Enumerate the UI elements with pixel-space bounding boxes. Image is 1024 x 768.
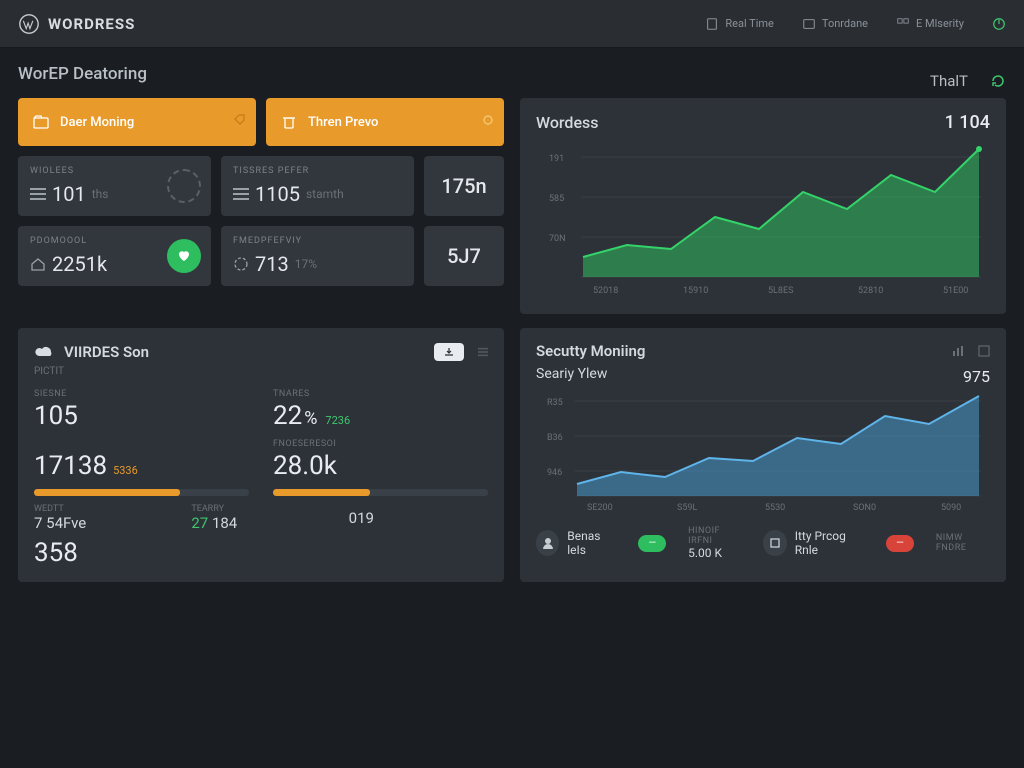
svg-text:191: 191 (549, 154, 564, 164)
doc-icon (705, 17, 719, 31)
metric-siesne: SIESNE 105 (34, 389, 249, 431)
area-chart: 191 585 70N 52018 15910 5L8ES 52810 51E0… (536, 137, 990, 302)
box-icon (763, 530, 786, 556)
right-header: ThalT (930, 72, 968, 90)
svg-text:52018: 52018 (593, 286, 618, 296)
svg-text:S59L: S59L (677, 503, 697, 513)
brand-text: WORDRESS (48, 15, 135, 33)
footer-status-good[interactable]: — (638, 535, 666, 552)
avatar-icon (536, 530, 559, 556)
footer-status-bad[interactable]: — (886, 535, 914, 552)
metric-fnoes: FNOESERESOI 28.0k (273, 439, 488, 496)
chart-icon-a[interactable] (952, 345, 964, 357)
heart-circle-icon (167, 239, 201, 273)
metric-tearry: TEARRY 27 184 (191, 504, 330, 532)
stat-tissres: TISSRES PEFER 1105stamth (221, 156, 414, 216)
footer-nimw: NIMW FNDRE (936, 533, 990, 553)
stat-extra-1: 175n (424, 156, 504, 216)
progress-circle-icon (167, 169, 201, 203)
more-icon[interactable] (478, 347, 488, 357)
svg-text:5L8ES: 5L8ES (768, 286, 793, 296)
svg-text:SE200: SE200 (587, 503, 613, 513)
page-title: WorEP Deatoring (18, 64, 147, 84)
menu-icon (233, 188, 249, 200)
stat-extra-2: 5J7 (424, 226, 504, 286)
metric-big: 358 (34, 538, 488, 568)
top-bar: WORDRESS Real Time Tonrdane E Mlserity (0, 0, 1024, 48)
svg-text:15910: 15910 (683, 286, 708, 296)
chart-wordess: Wordess 1 104 191 585 70N 52018 15910 5L… (520, 98, 1006, 314)
btn-daer-moning[interactable]: Daer Moning (18, 98, 256, 146)
grid-icon (896, 17, 910, 31)
top-nav: Real Time Tonrdane E Mlserity (705, 17, 1006, 31)
gauge-icon (233, 256, 249, 272)
footer-hinoif: HINOIF IRFNI5.00 K (688, 526, 741, 560)
tag-icon (234, 114, 246, 130)
svg-text:R35: R35 (547, 398, 563, 408)
layers-icon (802, 17, 816, 31)
download-icon (444, 347, 454, 357)
trash-icon (280, 113, 298, 131)
metric-tnares: TNARES 22%7236 (273, 389, 488, 431)
export-button[interactable] (434, 343, 464, 361)
area-chart-2: R35 B36 946 SE200 S59L 5530 SON0 5090 (536, 386, 990, 514)
nav-mlserity[interactable]: E Mlserity (896, 17, 964, 31)
metric-wedtt: WEDTT 7 54Fve (34, 504, 173, 532)
metric-17138: 171385336 (34, 439, 249, 496)
footer-itty: Itty Prcog Rnle (763, 529, 864, 557)
home-icon (30, 256, 46, 272)
power-icon (992, 17, 1006, 31)
svg-text:52810: 52810 (858, 286, 883, 296)
left-column: Daer Moning Thren Prevo WIOLEES 101ths T… (18, 98, 504, 314)
folder-icon (32, 113, 50, 131)
panel-viirdes: VIIRDES Son PICTIT SIESNE 105 TNARES 22%… (18, 328, 504, 582)
svg-text:70N: 70N (549, 234, 566, 244)
svg-text:B36: B36 (547, 433, 563, 443)
stat-pdomoool: PDOMOOOL 2251k (18, 226, 211, 286)
svg-text:5090: 5090 (941, 503, 961, 513)
svg-text:5530: 5530 (765, 503, 785, 513)
nav-power[interactable] (992, 17, 1006, 31)
wordpress-icon (18, 13, 40, 35)
brand-logo: WORDRESS (18, 13, 135, 35)
nav-realtime[interactable]: Real Time (705, 17, 774, 31)
cloud-icon (34, 342, 54, 362)
footer-benas: Benas leIs (536, 529, 616, 557)
refresh-icon[interactable] (990, 73, 1006, 89)
stat-wiolees: WIOLEES 101ths (18, 156, 211, 216)
svg-text:51E00: 51E00 (943, 286, 968, 296)
svg-text:585: 585 (549, 194, 564, 204)
chart-icon-b[interactable] (978, 345, 990, 357)
svg-text:946: 946 (547, 468, 562, 478)
svg-text:SON0: SON0 (853, 503, 876, 513)
metric-019: 019 (349, 509, 488, 527)
nav-tonrdane[interactable]: Tonrdane (802, 17, 868, 31)
btn-thren-prevo[interactable]: Thren Prevo (266, 98, 504, 146)
stat-fmedpfefviy: FMEDPFEFVIY 71317% (221, 226, 414, 286)
circle-icon (482, 114, 494, 130)
panel-security: Secutty Moniing Seariy Ylew 975 R35 (520, 328, 1006, 582)
menu-icon (30, 188, 46, 200)
